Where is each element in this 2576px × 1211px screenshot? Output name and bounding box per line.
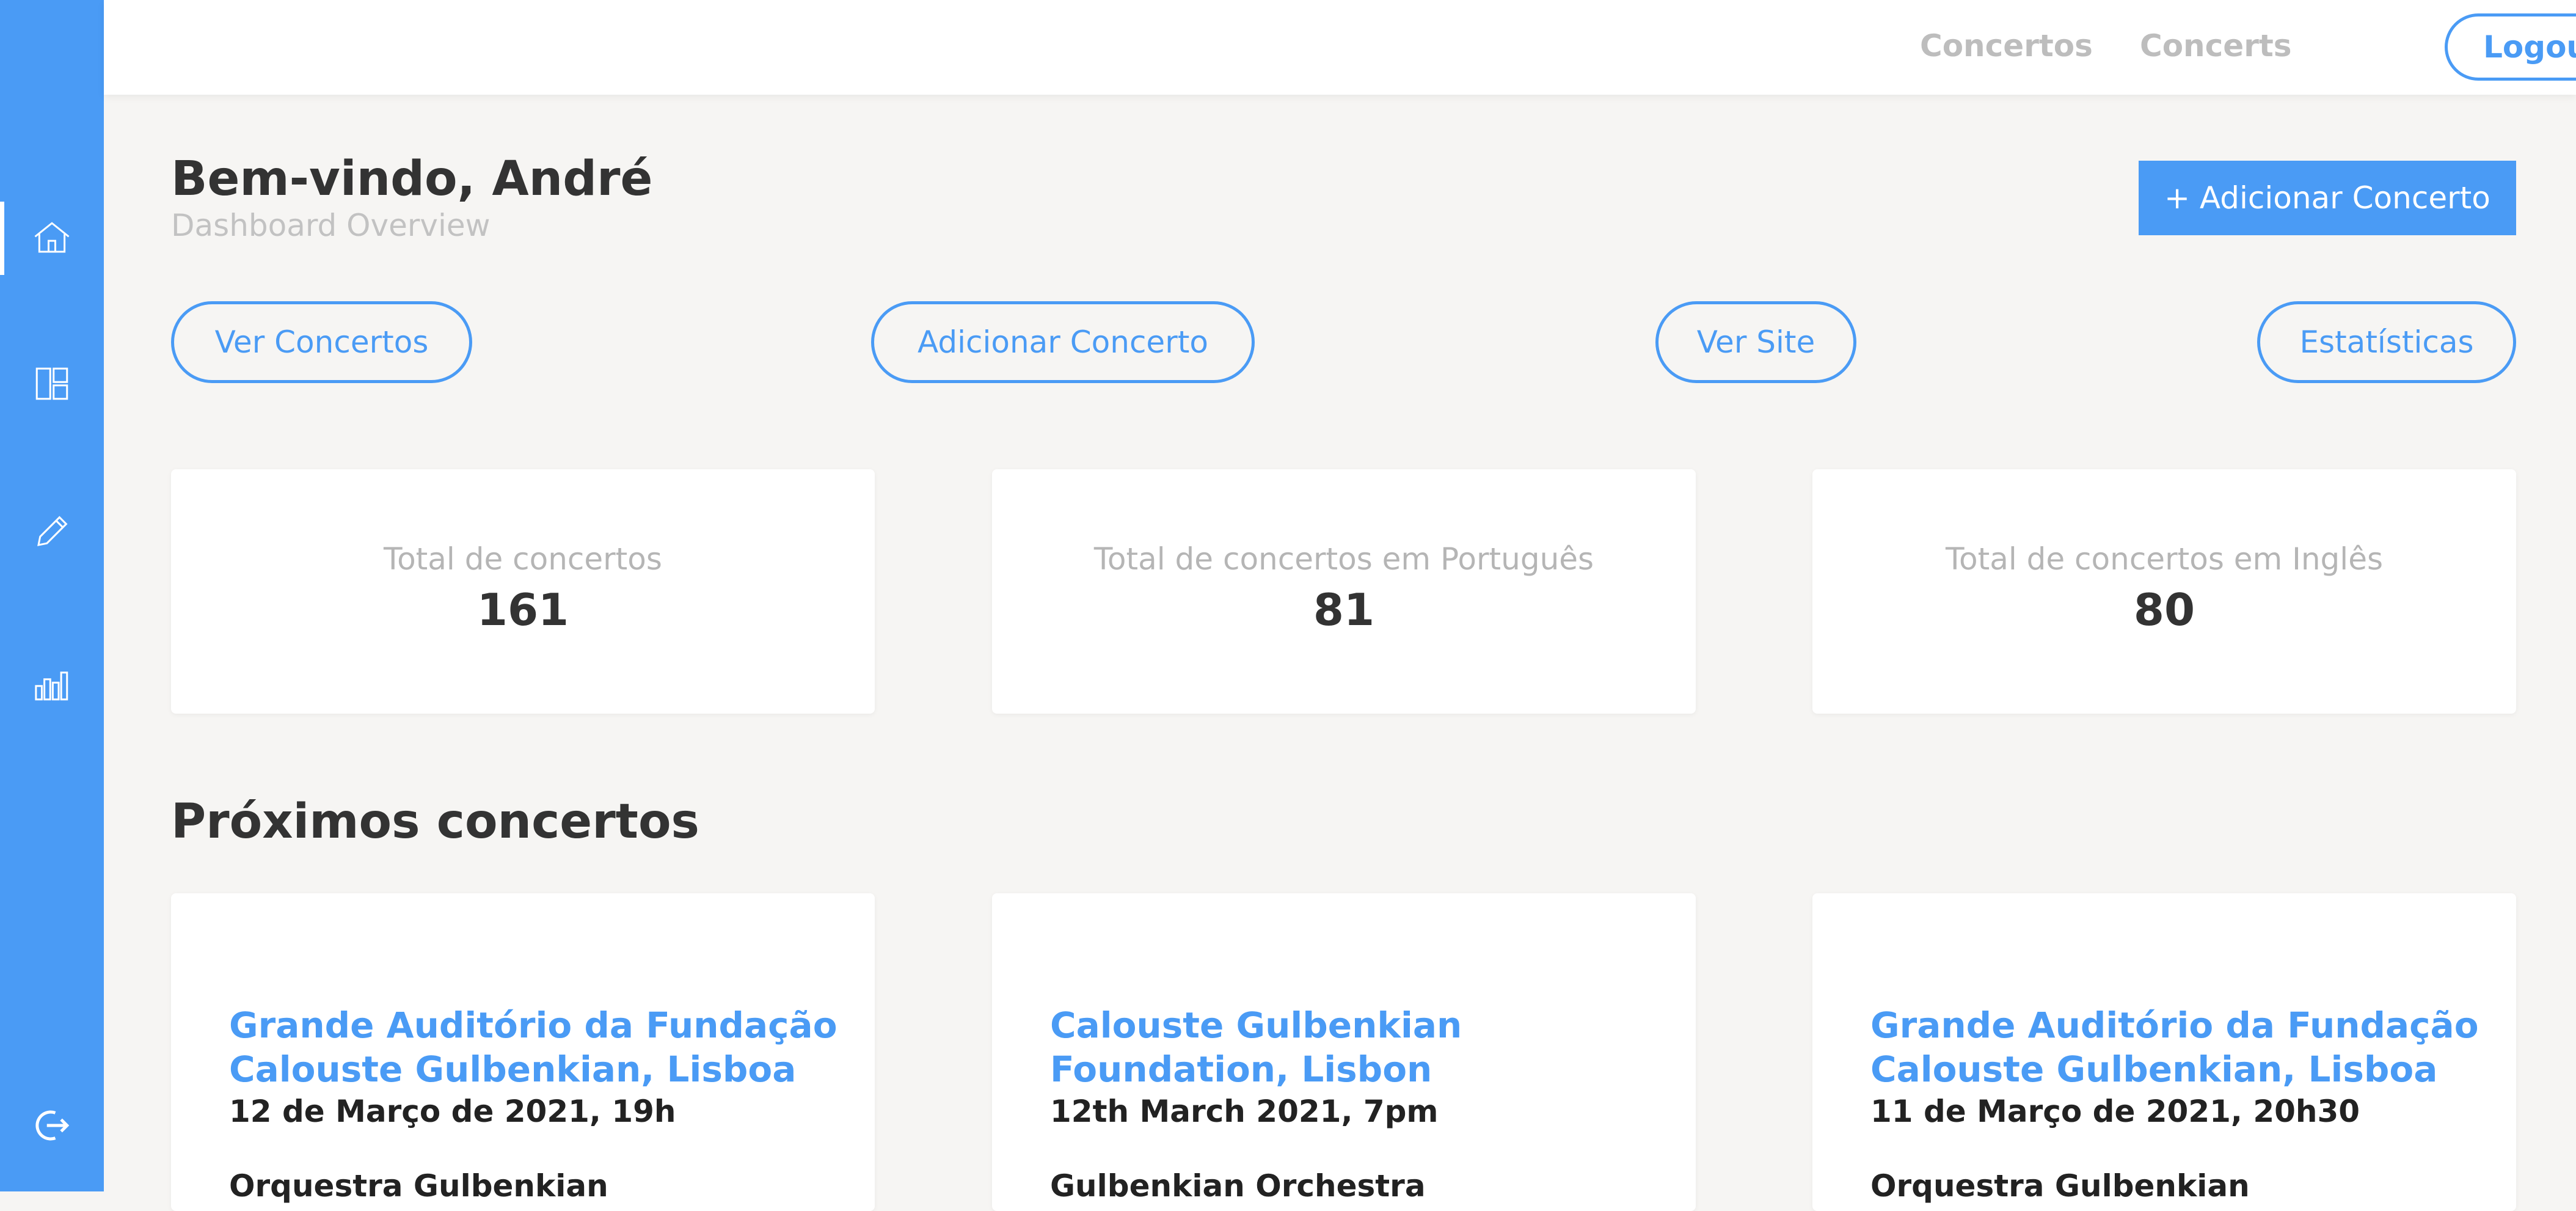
concert-venue-link[interactable]: Grande Auditório da Fundação Calouste Gu… — [229, 1003, 852, 1091]
concert-venue-link[interactable]: Calouste Gulbenkian Foundation, Lisbon — [1050, 1003, 1514, 1091]
sidebar-item-home[interactable] — [0, 202, 104, 275]
home-icon — [34, 222, 70, 253]
stat-card-total: Total de concertos 161 — [171, 469, 875, 714]
logout-icon — [35, 1110, 70, 1141]
view-concerts-button[interactable]: Ver Concertos — [171, 301, 472, 383]
page-subtitle: Dashboard Overview — [171, 208, 491, 243]
stat-value: 161 — [476, 584, 569, 635]
concert-performer: Orquestra Gulbenkian — [1870, 1168, 2250, 1204]
sidebar-item-dashboard[interactable] — [0, 347, 104, 420]
add-concert-pill-button[interactable]: Adicionar Concerto — [871, 301, 1255, 383]
logout-button[interactable]: Logout — [2445, 13, 2576, 81]
nav-link-concertos[interactable]: Concertos — [1920, 27, 2093, 64]
stat-card-portuguese: Total de concertos em Português 81 — [992, 469, 1696, 714]
concert-date: 11 de Março de 2021, 20h30 — [1870, 1094, 2360, 1129]
stat-label: Total de concertos — [384, 541, 662, 577]
concert-card[interactable]: Grande Auditório da Fundação Calouste Gu… — [1812, 893, 2516, 1211]
statistics-button[interactable]: Estatísticas — [2257, 301, 2516, 383]
edit-icon — [37, 516, 68, 546]
section-title-upcoming: Próximos concertos — [171, 794, 699, 849]
stat-value: 80 — [2133, 584, 2195, 635]
concert-card[interactable]: Grande Auditório da Fundação Calouste Gu… — [171, 893, 875, 1211]
sidebar-item-logout[interactable] — [0, 1089, 104, 1162]
sidebar — [0, 0, 104, 1191]
sidebar-item-stats[interactable] — [0, 648, 104, 721]
view-site-button[interactable]: Ver Site — [1655, 301, 1856, 383]
add-concert-button[interactable]: + Adicionar Concerto — [2139, 161, 2516, 235]
concert-venue-link[interactable]: Grande Auditório da Fundação Calouste Gu… — [1870, 1003, 2494, 1091]
top-bar: Concertos Concerts Logout — [104, 0, 2576, 95]
dashboard-icon — [35, 367, 68, 400]
stat-label: Total de concertos em Inglês — [1945, 541, 2383, 577]
concert-date: 12 de Março de 2021, 19h — [229, 1094, 676, 1129]
concert-card[interactable]: Calouste Gulbenkian Foundation, Lisbon 1… — [992, 893, 1696, 1211]
stat-card-english: Total de concertos em Inglês 80 — [1812, 469, 2516, 714]
stat-value: 81 — [1313, 584, 1375, 635]
nav-link-concerts[interactable]: Concerts — [2140, 27, 2292, 64]
concert-performer: Orquestra Gulbenkian — [229, 1168, 608, 1204]
concert-performer: Gulbenkian Orchestra — [1050, 1168, 1426, 1204]
stat-label: Total de concertos em Português — [1093, 541, 1594, 577]
concert-date: 12th March 2021, 7pm — [1050, 1094, 1439, 1129]
sidebar-item-edit[interactable] — [0, 495, 104, 568]
page-title: Bem-vindo, André — [171, 152, 653, 207]
stats-icon — [35, 671, 68, 701]
